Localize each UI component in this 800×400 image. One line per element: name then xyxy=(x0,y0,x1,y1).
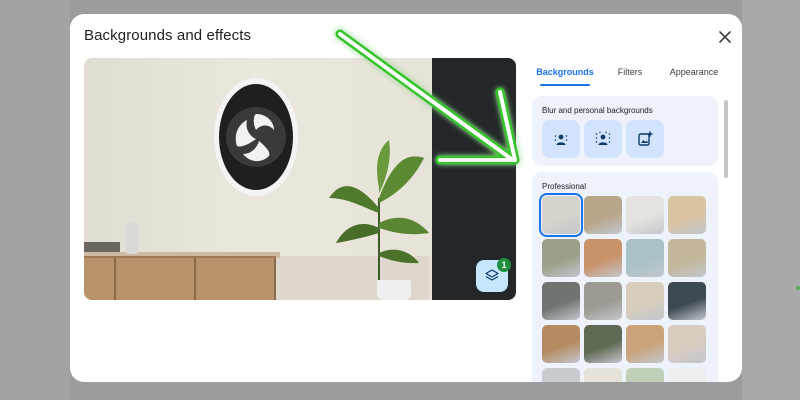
close-icon xyxy=(719,31,731,43)
upload-background-button[interactable] xyxy=(626,120,664,158)
layers-icon xyxy=(485,269,499,281)
background-thumbnail[interactable] xyxy=(626,368,664,382)
background-thumbnail[interactable] xyxy=(542,239,580,277)
video-preview: 1 xyxy=(84,58,516,300)
preview-vase xyxy=(126,222,138,254)
background-thumbnail[interactable] xyxy=(542,282,580,320)
background-thumbnail[interactable] xyxy=(584,196,622,234)
blur-section: Blur and personal backgrounds xyxy=(532,96,718,166)
obs-logo xyxy=(214,78,298,196)
tab-backgrounds[interactable]: Backgrounds xyxy=(534,58,596,86)
background-thumbnail[interactable] xyxy=(584,368,622,382)
background-thumbnail[interactable] xyxy=(668,325,706,363)
cabinet-divider xyxy=(274,258,276,300)
background-thumbnail[interactable] xyxy=(584,239,622,277)
blur-button[interactable] xyxy=(584,120,622,158)
obs-logo-icon xyxy=(226,107,286,167)
backdrop-left xyxy=(0,0,70,400)
background-thumbnail[interactable] xyxy=(542,325,580,363)
background-thumbnail[interactable] xyxy=(668,282,706,320)
background-thumbnail[interactable] xyxy=(626,282,664,320)
background-thumbnail[interactable] xyxy=(584,282,622,320)
upload-image-icon xyxy=(638,131,653,146)
preview-cabinet xyxy=(84,256,276,300)
plant-icon xyxy=(329,140,429,286)
background-thumbnail[interactable] xyxy=(668,196,706,234)
dialog-title: Backgrounds and effects xyxy=(84,27,252,44)
blur-section-title: Blur and personal backgrounds xyxy=(542,106,653,115)
effects-count-badge: 1 xyxy=(497,258,511,272)
background-thumbnail[interactable] xyxy=(626,325,664,363)
edge-indicator xyxy=(796,286,800,290)
effects-tabs: Backgrounds Filters Appearance xyxy=(528,58,734,88)
preview-books xyxy=(84,242,120,252)
backgrounds-dialog: Backgrounds and effects 1 Backgrounds Fi… xyxy=(70,14,742,382)
background-thumbnail[interactable] xyxy=(539,193,583,237)
preview-plant-pot xyxy=(377,280,411,300)
panel-scrollbar[interactable] xyxy=(724,100,728,178)
cabinet-divider xyxy=(114,258,116,300)
close-button[interactable] xyxy=(715,27,735,47)
tab-filters[interactable]: Filters xyxy=(608,58,652,86)
background-thumbnail[interactable] xyxy=(542,368,580,382)
backdrop-right xyxy=(742,0,800,400)
slight-blur-button[interactable] xyxy=(542,120,580,158)
tab-appearance[interactable]: Appearance xyxy=(662,58,726,86)
background-thumbnail[interactable] xyxy=(668,239,706,277)
tab-indicator xyxy=(540,84,590,86)
blur-icon xyxy=(595,131,611,145)
background-thumbnail[interactable] xyxy=(584,325,622,363)
background-thumbnail[interactable] xyxy=(626,239,664,277)
background-thumbnail[interactable] xyxy=(668,368,706,382)
cabinet-divider xyxy=(194,258,196,300)
professional-section-title: Professional xyxy=(542,182,587,191)
professional-section: Professional xyxy=(532,172,718,382)
slight-blur-icon xyxy=(554,134,568,145)
background-thumbnail[interactable] xyxy=(626,196,664,234)
